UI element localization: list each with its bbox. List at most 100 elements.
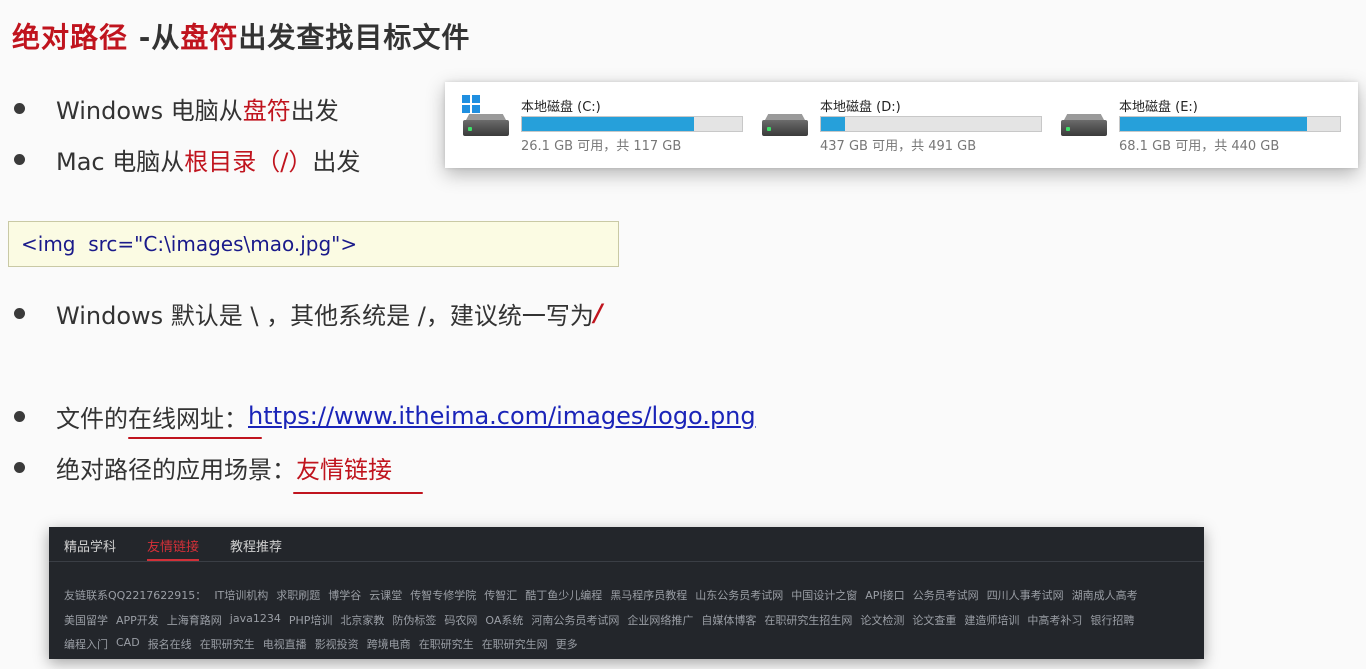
footer-link[interactable]: 在职研究生: [200, 636, 255, 652]
bullet-text: 文件的在线网址：: [56, 404, 248, 433]
bullet-dot-icon: [14, 461, 25, 473]
footer-link[interactable]: 山东公务员考试网: [695, 587, 783, 603]
footer-link[interactable]: IT培训机构: [214, 587, 268, 603]
footer-link[interactable]: 求职刷题: [276, 587, 320, 603]
footer-link[interactable]: 湖南成人高考: [1072, 587, 1138, 603]
footer-link[interactable]: 酷丁鱼少儿编程: [525, 587, 602, 603]
tab-friend-links[interactable]: 友情链接: [147, 527, 200, 561]
footer-link[interactable]: PHP培训: [289, 612, 333, 628]
footer-link[interactable]: 在职研究生: [419, 636, 474, 652]
drive-usage-fill: [821, 117, 846, 131]
bullet-highlight: 盘符: [242, 96, 291, 125]
drive-item-c[interactable]: 本地磁盘 (C:) 26.1 GB 可用，共 117 GB: [461, 94, 751, 154]
code-example: <img src="C:\images\mao.jpg">: [8, 221, 619, 267]
footer-link[interactable]: 在职研究生网: [482, 636, 548, 652]
bullet-text: 绝对路径的应用场景：: [56, 455, 296, 484]
hard-drive-icon: [463, 120, 509, 136]
footer-link[interactable]: 中国设计之窗: [791, 587, 857, 603]
drive-name: 本地磁盘 (D:): [820, 100, 901, 115]
footer-link[interactable]: 银行招聘: [1090, 612, 1134, 628]
footer-link[interactable]: 在职研究生招生网: [764, 612, 852, 628]
tab-tutorials[interactable]: 教程推荐: [230, 527, 282, 561]
footer-link[interactable]: 上海育路网: [167, 612, 222, 628]
logo-url-link[interactable]: https://www.itheima.com/images/logo.png: [248, 402, 756, 430]
bullet-windows: Windows 电脑从 盘符 出发: [14, 90, 339, 126]
friend-links-footer: 精品学科 友情链接 教程推荐 友链联系QQ2217622915： IT培训机构 求职…: [49, 527, 1204, 659]
title-highlight-drive: 盘符: [180, 21, 239, 54]
footer-links-row: 编程入门 CAD 报名在线 在职研究生 电视直播 影视投资 跨境电商 在职研究生 在职研究生网更…: [64, 636, 578, 652]
footer-link[interactable]: 编程入门: [64, 636, 108, 652]
footer-links-row: 美国留学 APP开发 上海育路网 java1234 PHP培训 北京家教 防伪标签 码农网 OA…: [64, 612, 1134, 628]
footer-link[interactable]: 公务员考试网: [913, 587, 979, 603]
slide-title: 绝对路径 -从盘符出发查找目标文件: [12, 16, 470, 56]
footer-link[interactable]: CAD: [116, 636, 140, 652]
drive-usage-bar: [1119, 116, 1341, 132]
footer-links-row: 友链联系QQ2217622915： IT培训机构 求职刷题 博学谷 云课堂 传智专修学院传…: [64, 587, 1138, 603]
drive-size: 26.1 GB 可用，共 117 GB: [521, 139, 682, 154]
footer-tab-bar: 精品学科 友情链接 教程推荐: [49, 527, 1204, 561]
footer-link[interactable]: 电视直播: [263, 636, 307, 652]
bullet-online-url: 文件的在线网址： https://www.itheima.com/images/l…: [14, 398, 756, 434]
footer-link[interactable]: 友链联系QQ2217622915：: [64, 587, 206, 603]
footer-link[interactable]: 更多: [556, 636, 578, 652]
bullet-highlight: /: [593, 299, 603, 327]
bullet-dot-icon: [14, 410, 25, 422]
footer-link[interactable]: 黑马程序员教程: [610, 587, 687, 603]
bullet-mac: Mac 电脑从 根目录（/） 出发: [14, 141, 360, 177]
footer-link[interactable]: 企业网络推广: [627, 612, 693, 628]
footer-link[interactable]: APP开发: [116, 612, 159, 628]
footer-link[interactable]: 影视投资: [315, 636, 359, 652]
footer-link[interactable]: 码农网: [444, 612, 477, 628]
bullet-highlight: 根目录（/）: [184, 147, 313, 176]
bullet-text-suffix: 出发: [290, 96, 339, 125]
footer-link[interactable]: API接口: [865, 587, 904, 603]
title-highlight: 绝对路径: [12, 21, 129, 54]
footer-link[interactable]: 建造师培训: [964, 612, 1019, 628]
footer-link[interactable]: 云课堂: [369, 587, 402, 603]
footer-link[interactable]: OA系统: [485, 612, 523, 628]
bullet-usage: 绝对路径的应用场景： 友情链接: [14, 449, 392, 485]
title-connector: -从: [128, 21, 181, 54]
footer-link[interactable]: java1234: [230, 612, 281, 628]
footer-divider: [49, 561, 1204, 562]
hard-drive-icon: [1061, 120, 1107, 136]
footer-link[interactable]: 四川人事考试网: [987, 587, 1064, 603]
footer-link[interactable]: 报名在线: [148, 636, 192, 652]
bullet-text: Mac 电脑从: [56, 147, 185, 176]
bullet-dot-icon: [14, 153, 25, 165]
footer-link[interactable]: 河南公务员考试网: [531, 612, 619, 628]
drive-usage-fill: [1120, 117, 1307, 131]
footer-link[interactable]: 论文检测: [860, 612, 904, 628]
drive-usage-bar: [820, 116, 1042, 132]
bullet-text: Windows 电脑从: [56, 96, 243, 125]
bullet-text: Windows 默认是 \ ，其他系统是 /，建议统一写为: [56, 301, 594, 330]
bullet-slash: Windows 默认是 \ ，其他系统是 /，建议统一写为 /: [14, 295, 603, 331]
footer-link[interactable]: 自媒体博客: [701, 612, 756, 628]
annotation-underline: [128, 437, 262, 439]
footer-link[interactable]: 跨境电商: [367, 636, 411, 652]
bullet-text-suffix: 出发: [312, 147, 361, 176]
bullet-dot-icon: [14, 102, 25, 114]
footer-link[interactable]: 传智汇: [484, 587, 517, 603]
footer-link[interactable]: 论文查重: [912, 612, 956, 628]
footer-link[interactable]: 北京家教: [340, 612, 384, 628]
tab-featured-subjects[interactable]: 精品学科: [64, 527, 116, 561]
drive-item-e[interactable]: 本地磁盘 (E:) 68.1 GB 可用，共 440 GB: [1059, 94, 1349, 154]
drive-name: 本地磁盘 (E:): [1119, 100, 1198, 115]
footer-link[interactable]: 传智专修学院: [410, 587, 476, 603]
title-rest: 出发查找目标文件: [238, 21, 471, 54]
drive-name: 本地磁盘 (C:): [521, 100, 601, 115]
drive-list-panel: 本地磁盘 (C:) 26.1 GB 可用，共 117 GB 本地磁盘 (D:) …: [445, 82, 1358, 168]
bullet-highlight: 友情链接: [296, 455, 392, 484]
footer-link[interactable]: 防伪标签: [392, 612, 436, 628]
annotation-underline: [293, 492, 423, 494]
drive-usage-bar: [521, 116, 743, 132]
bullet-dot-icon: [14, 307, 25, 319]
drive-usage-fill: [522, 117, 694, 131]
drive-item-d[interactable]: 本地磁盘 (D:) 437 GB 可用，共 491 GB: [760, 94, 1050, 154]
footer-link[interactable]: 中高考补习: [1027, 612, 1082, 628]
footer-link[interactable]: 博学谷: [328, 587, 361, 603]
footer-link[interactable]: 美国留学: [64, 612, 108, 628]
hard-drive-icon: [762, 120, 808, 136]
drive-size: 437 GB 可用，共 491 GB: [820, 139, 977, 154]
